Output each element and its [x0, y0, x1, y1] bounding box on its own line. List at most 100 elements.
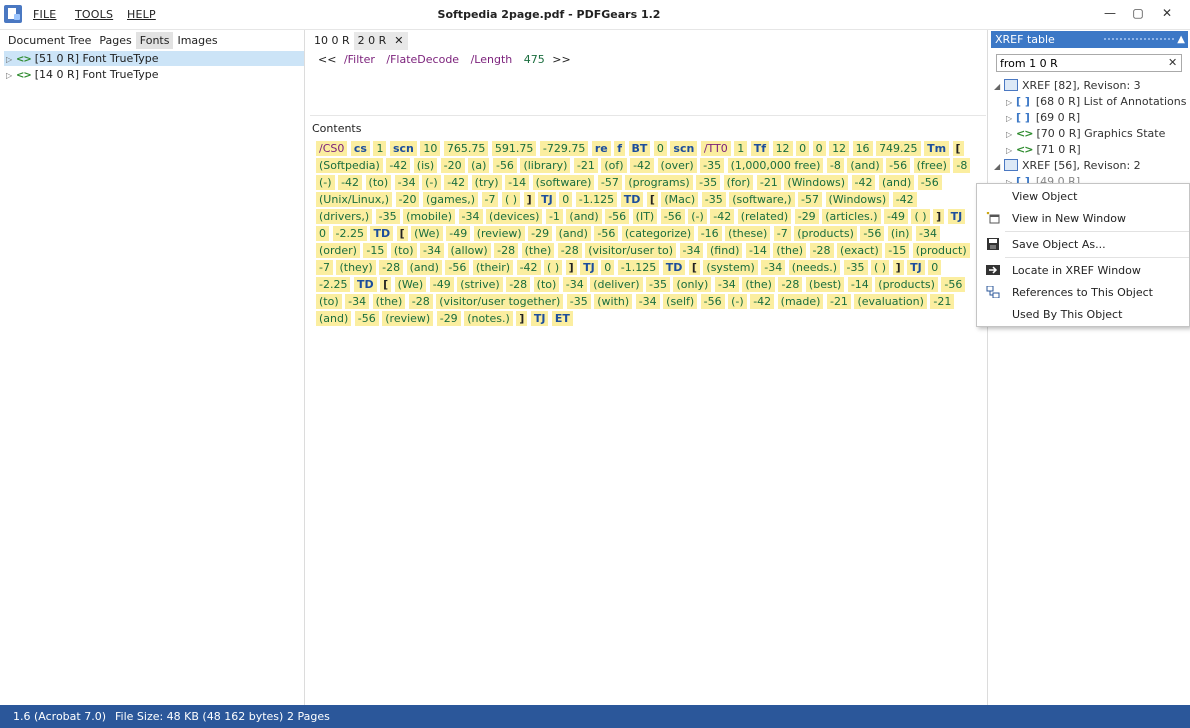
- font-tree-item[interactable]: ▷ <> [14 0 R] Font TrueType: [6, 67, 159, 82]
- xref-item[interactable]: ▷[ ] [69 0 R]: [1006, 110, 1080, 125]
- collapse-arrow-icon[interactable]: ◢: [994, 159, 1004, 174]
- content-token: -2.25: [332, 226, 367, 241]
- content-token: ( ): [911, 209, 930, 224]
- content-token: (notes.): [464, 311, 513, 326]
- content-token: (allow): [447, 243, 491, 258]
- content-token: TJ: [580, 260, 598, 275]
- content-token: (is): [413, 158, 438, 173]
- tab-object-2-label: 2 0 R: [357, 34, 387, 47]
- tab-document-tree[interactable]: Document Tree: [4, 32, 95, 49]
- content-token: -56: [917, 175, 942, 190]
- xref-item-label: [69 0 R]: [1035, 111, 1081, 124]
- menu-save-object[interactable]: Save Object As...: [1012, 238, 1106, 251]
- collapse-arrow-icon[interactable]: ◢: [994, 79, 1004, 94]
- content-token: -14: [745, 243, 770, 258]
- content-token: (self): [663, 294, 698, 309]
- content-token: -56: [492, 158, 517, 173]
- content-token: (related): [737, 209, 792, 224]
- content-token: -28: [809, 243, 834, 258]
- minimize-button[interactable]: —: [1098, 4, 1122, 24]
- drag-handle[interactable]: [1104, 38, 1174, 42]
- content-token: -14: [847, 277, 872, 292]
- content-token: (the): [742, 277, 775, 292]
- xref-item[interactable]: ▷ <> [70 0 R] Graphics State: [1006, 126, 1165, 141]
- tab-object-1[interactable]: 10 0 R: [310, 32, 354, 50]
- dict-length-value: 475: [523, 53, 545, 66]
- content-token: (programs): [625, 175, 693, 190]
- content-token: (software): [532, 175, 595, 190]
- dictionary-icon: <>: [1016, 143, 1033, 156]
- content-token: (free): [913, 158, 950, 173]
- tab-images[interactable]: Images: [173, 32, 221, 49]
- xref-item[interactable]: ◢ XREF [56], Revison: 2: [994, 158, 1141, 173]
- content-token: -29: [528, 226, 553, 241]
- content-token: -29: [794, 209, 819, 224]
- content-token: -28: [778, 277, 803, 292]
- content-token: BT: [628, 141, 651, 156]
- menu-locate-xref[interactable]: Locate in XREF Window: [1012, 264, 1141, 277]
- dict-filter-value: /FlateDecode: [386, 53, 460, 66]
- xref-item[interactable]: ▷[ ] [68 0 R] List of Annotations: [1006, 94, 1186, 109]
- content-token: (for): [723, 175, 754, 190]
- content-stream: /CS0 cs 1 scn 10 765.75 591.75 -729.75 r…: [316, 140, 976, 327]
- clear-search-icon[interactable]: ✕: [1168, 56, 1177, 69]
- menu-view-new-window[interactable]: View in New Window: [1012, 212, 1126, 225]
- content-token: (to): [316, 294, 342, 309]
- dictionary-icon: <>: [1016, 127, 1033, 140]
- expand-arrow-icon[interactable]: ▷: [1006, 111, 1016, 126]
- xref-item-label: [70 0 R] Graphics State: [1036, 127, 1166, 140]
- content-token: -15: [363, 243, 388, 258]
- content-token: (-): [688, 209, 707, 224]
- dict-filter-key: /Filter: [343, 53, 375, 66]
- content-token: (their): [472, 260, 514, 275]
- content-token: -42: [516, 260, 541, 275]
- expand-arrow-icon[interactable]: ▷: [6, 52, 16, 67]
- xref-item[interactable]: ▷ <> [71 0 R]: [1006, 142, 1081, 157]
- font-tree-item[interactable]: ▷ <> [51 0 R] Font TrueType: [4, 51, 304, 66]
- content-token: -1.125: [575, 192, 618, 207]
- status-bar: 1.6 (Acrobat 7.0) File Size: 48 KB (48 1…: [0, 705, 1190, 728]
- content-token: (We): [394, 277, 427, 292]
- content-token: (with): [594, 294, 633, 309]
- maximize-button[interactable]: ▢: [1126, 4, 1150, 24]
- content-token: ( ): [544, 260, 563, 275]
- xref-item[interactable]: ◢ XREF [82], Revison: 3: [994, 78, 1141, 93]
- content-token: -2.25: [316, 277, 351, 292]
- content-token: -35: [646, 277, 670, 292]
- left-tabs: Document Tree Pages Fonts Images: [4, 32, 222, 49]
- tab-object-2[interactable]: 2 0 R ✕: [353, 32, 408, 50]
- xref-panel-header: XREF table ▲: [991, 31, 1188, 48]
- content-token: -35: [700, 158, 725, 173]
- expand-arrow-icon[interactable]: ▷: [1006, 127, 1016, 142]
- content-token: TD: [620, 192, 644, 207]
- menu-view-object[interactable]: View Object: [1012, 190, 1077, 203]
- content-token: (We): [411, 226, 443, 241]
- tab-fonts[interactable]: Fonts: [135, 32, 174, 49]
- stream-dictionary: << /Filter /FlateDecode /Length 475 >>: [318, 53, 571, 66]
- content-token: (strive): [457, 277, 503, 292]
- tab-pages[interactable]: Pages: [95, 32, 135, 49]
- dict-open: <<: [318, 53, 337, 66]
- xref-search-input[interactable]: [996, 54, 1182, 72]
- close-button[interactable]: ✕: [1155, 4, 1179, 24]
- content-token: (best): [805, 277, 845, 292]
- menu-used-by[interactable]: Used By This Object: [1012, 308, 1122, 321]
- left-panel: Document Tree Pages Fonts Images ▷ <> [51 …: [0, 30, 305, 705]
- content-token: ]: [565, 260, 577, 275]
- close-tab-icon[interactable]: ✕: [394, 34, 403, 47]
- content-token: (Softpedia): [316, 158, 383, 173]
- menu-references[interactable]: References to This Object: [1012, 286, 1153, 299]
- content-token: (Unix/Linux,): [316, 192, 393, 207]
- expand-arrow-icon[interactable]: ▷: [1006, 95, 1016, 110]
- references-icon: [986, 286, 1000, 298]
- content-token: (find): [706, 243, 743, 258]
- content-token: -21: [930, 294, 955, 309]
- content-token: (they): [336, 260, 376, 275]
- content-token: (and): [878, 175, 915, 190]
- content-token: (Mac): [661, 192, 699, 207]
- content-token: -42: [338, 175, 363, 190]
- expand-arrow-icon[interactable]: ▷: [6, 68, 16, 83]
- expand-arrow-icon[interactable]: ▷: [1006, 143, 1016, 158]
- content-token: [: [646, 192, 658, 207]
- pin-icon[interactable]: ▲: [1177, 31, 1185, 48]
